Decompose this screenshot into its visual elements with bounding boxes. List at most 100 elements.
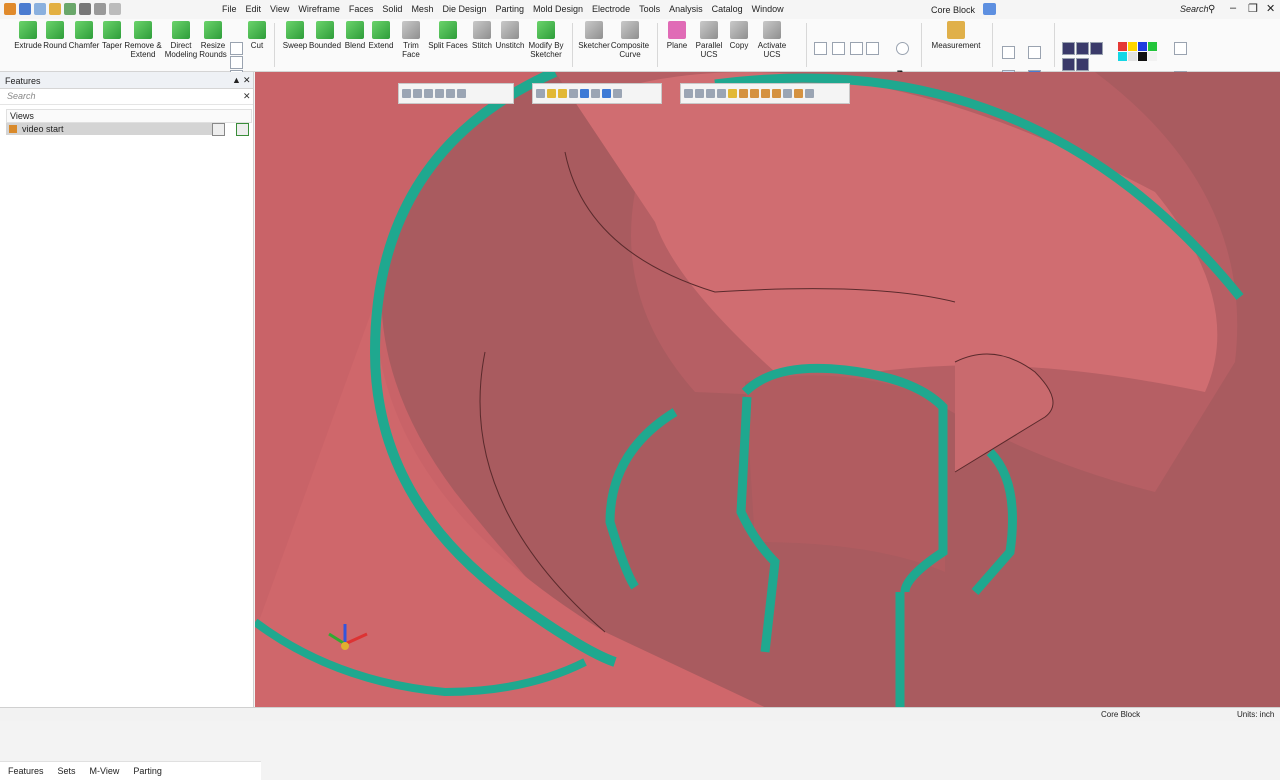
extrude-button[interactable]: Extrude — [14, 21, 42, 50]
zoom-window-icon[interactable] — [413, 89, 422, 98]
tool-9-icon[interactable] — [772, 89, 781, 98]
direct-modeling-button[interactable]: Direct Modeling — [162, 21, 200, 59]
menu-faces[interactable]: Faces — [349, 4, 374, 14]
pick-icon[interactable] — [446, 89, 455, 98]
check-icon[interactable] — [850, 42, 863, 55]
remove-extend-button[interactable]: Remove & Extend — [124, 21, 162, 59]
search-box[interactable]: Search — [1180, 4, 1209, 14]
composite-curve-button[interactable]: Composite Curve — [610, 21, 650, 59]
minimize-icon[interactable]: – — [1230, 2, 1236, 14]
undo-icon[interactable] — [94, 3, 106, 15]
color-green[interactable] — [1148, 42, 1157, 51]
tool-3-icon[interactable] — [706, 89, 715, 98]
3d-viewport[interactable] — [255, 72, 1280, 708]
cut-button[interactable]: Cut — [245, 21, 269, 50]
back-arrow-icon[interactable] — [580, 89, 589, 98]
bulb-on-icon[interactable] — [547, 89, 556, 98]
view-search-icon[interactable] — [236, 123, 249, 136]
rotate-icon[interactable] — [684, 89, 693, 98]
menu-mesh[interactable]: Mesh — [411, 4, 433, 14]
bulb-icon[interactable] — [536, 89, 545, 98]
view-left-icon[interactable] — [1076, 58, 1089, 71]
solid-small-icon-1[interactable] — [230, 42, 243, 55]
restore-icon[interactable]: ❐ — [1248, 2, 1258, 15]
menu-edit[interactable]: Edit — [246, 4, 262, 14]
color-yellow[interactable] — [1128, 42, 1137, 51]
menu-wireframe[interactable]: Wireframe — [298, 4, 340, 14]
stitch-button[interactable]: Stitch — [469, 21, 495, 50]
document-icon[interactable] — [983, 3, 996, 15]
tool-7-icon[interactable] — [750, 89, 759, 98]
open-folder-icon[interactable] — [49, 3, 61, 15]
tab-sets[interactable]: Sets — [58, 766, 76, 776]
dimension-icon[interactable] — [814, 42, 827, 55]
rotate-view-icon[interactable] — [424, 89, 433, 98]
clear-search-icon[interactable]: ✕ — [243, 91, 251, 102]
tool-11-icon[interactable] — [794, 89, 803, 98]
panel-close-icon[interactable]: ✕ — [243, 75, 251, 86]
tab-features[interactable]: Features — [8, 766, 44, 776]
menu-solid[interactable]: Solid — [382, 4, 402, 14]
layers-icon[interactable] — [613, 89, 622, 98]
sketcher-button[interactable]: Sketcher — [577, 21, 611, 50]
print-icon[interactable] — [64, 3, 76, 15]
copy-button[interactable]: Copy — [729, 21, 749, 50]
tool-12-icon[interactable] — [805, 89, 814, 98]
chamfer-button[interactable]: Chamfer — [68, 21, 100, 50]
panel-search-input[interactable]: Search — [7, 91, 36, 101]
layout-icon[interactable] — [79, 3, 91, 15]
menu-tools[interactable]: Tools — [639, 4, 660, 14]
dimension-2-icon[interactable] — [832, 42, 845, 55]
panel-search[interactable]: Search ✕ — [0, 89, 253, 105]
forward-arrow-icon[interactable] — [591, 89, 600, 98]
menu-view[interactable]: View — [270, 4, 289, 14]
check-2-icon[interactable] — [866, 42, 879, 55]
menu-mold-design[interactable]: Mold Design — [533, 4, 583, 14]
solid-small-icon-2[interactable] — [230, 56, 243, 69]
view-front-icon[interactable] — [1076, 42, 1089, 55]
search-icon[interactable]: ⚲ — [1208, 4, 1215, 15]
extend-button[interactable]: Extend — [367, 21, 395, 50]
refresh-icon[interactable] — [896, 42, 909, 55]
view-top-icon[interactable] — [1090, 42, 1103, 55]
color-blue[interactable] — [1138, 42, 1147, 51]
tool-8-icon[interactable] — [761, 89, 770, 98]
bounded-button[interactable]: Bounded — [308, 21, 342, 50]
tab-parting[interactable]: Parting — [133, 766, 162, 776]
menu-die-design[interactable]: Die Design — [442, 4, 486, 14]
menu-catalog[interactable]: Catalog — [712, 4, 743, 14]
sweep-button[interactable]: Sweep — [282, 21, 308, 50]
zoom-window-icon[interactable] — [1028, 46, 1041, 59]
blend-button[interactable]: Blend — [342, 21, 368, 50]
menu-analysis[interactable]: Analysis — [669, 4, 703, 14]
menu-file[interactable]: File — [222, 4, 237, 14]
zoom-icon[interactable] — [1002, 46, 1015, 59]
redo-icon[interactable] — [109, 3, 121, 15]
view-right-icon[interactable] — [1062, 58, 1075, 71]
close-icon[interactable]: ✕ — [1266, 2, 1275, 15]
filter-icon[interactable] — [435, 89, 444, 98]
camera-icon[interactable] — [212, 123, 225, 136]
box-select-icon[interactable] — [457, 89, 466, 98]
menu-electrode[interactable]: Electrode — [592, 4, 630, 14]
resize-rounds-button[interactable]: Resize Rounds — [198, 21, 228, 59]
pin-tool-icon[interactable] — [695, 89, 704, 98]
unstitch-button[interactable]: Unstitch — [494, 21, 526, 50]
new-file-icon[interactable] — [34, 3, 46, 15]
split-faces-button[interactable]: Split Faces — [428, 21, 468, 50]
plane-button[interactable]: Plane — [665, 21, 689, 50]
view-item[interactable]: video start — [6, 123, 212, 135]
activate-ucs-button[interactable]: Activate UCS — [749, 21, 795, 59]
tool-5-icon[interactable] — [728, 89, 737, 98]
parallel-ucs-button[interactable]: Parallel UCS — [688, 21, 730, 59]
modify-by-sketcher-button[interactable]: Modify By Sketcher — [527, 21, 565, 59]
view-iso-icon[interactable] — [1062, 42, 1075, 55]
pin-icon[interactable]: ▲ — [232, 75, 241, 85]
trim-face-button[interactable]: Trim Face — [394, 21, 428, 59]
round-button[interactable]: Round — [42, 21, 68, 50]
color-cyan[interactable] — [1118, 52, 1127, 61]
menu-window[interactable]: Window — [752, 4, 784, 14]
menu-parting[interactable]: Parting — [495, 4, 524, 14]
tool-4-icon[interactable] — [717, 89, 726, 98]
color-white[interactable] — [1148, 52, 1157, 61]
